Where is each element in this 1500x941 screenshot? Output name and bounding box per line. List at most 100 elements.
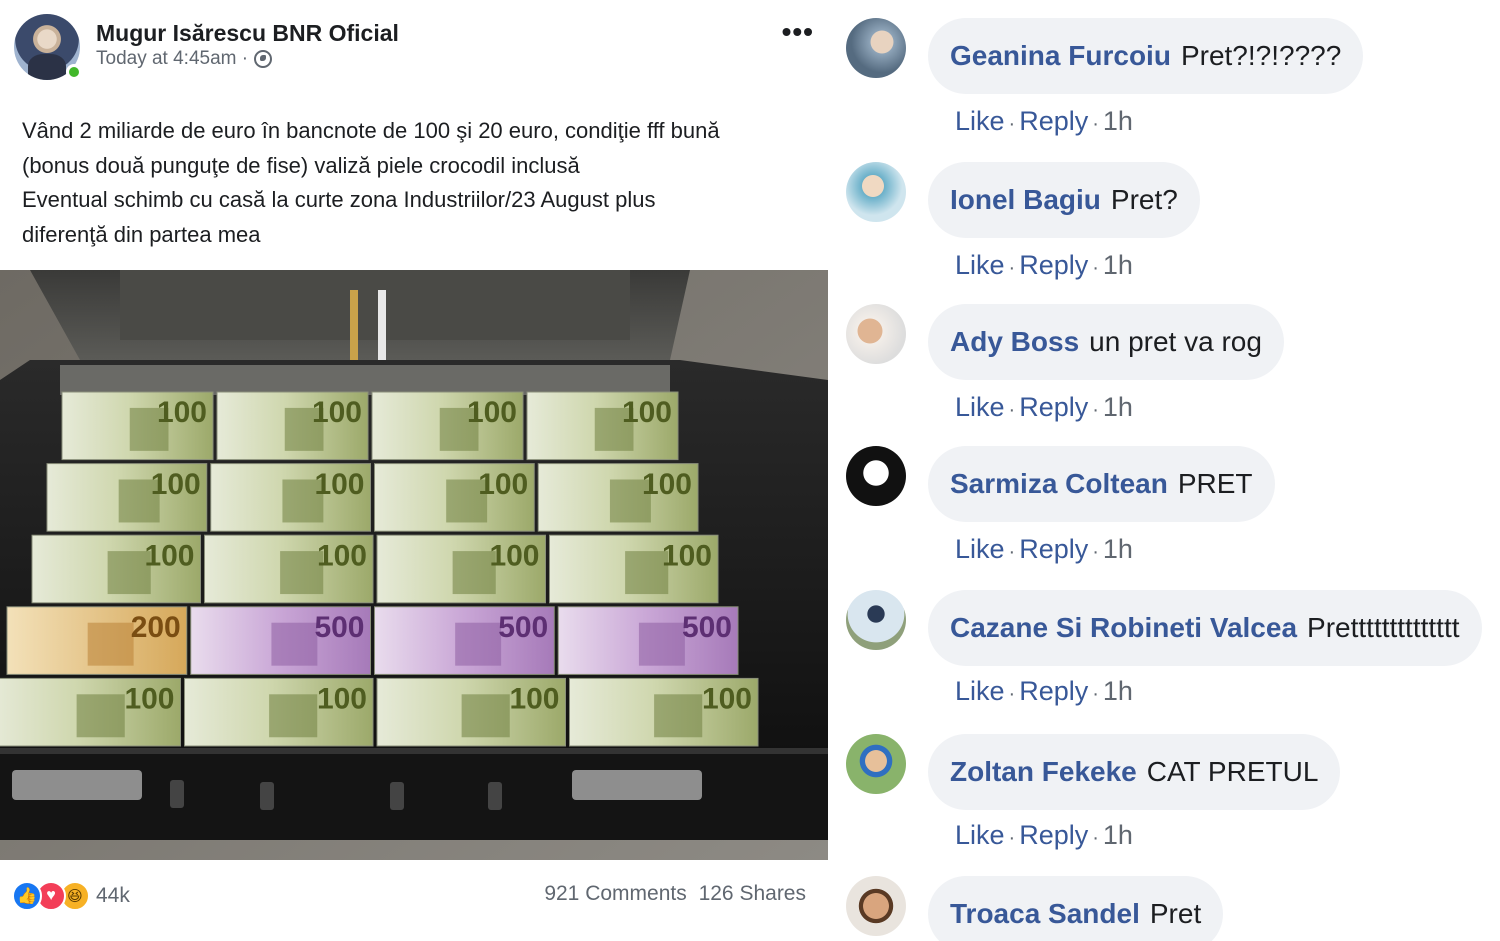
banknote-denomination: 100 — [317, 683, 367, 716]
banknote-denomination: 100 — [478, 468, 528, 501]
comment-actions: Like · Reply · 1h — [955, 106, 1133, 137]
banknote-architecture — [271, 622, 318, 666]
comment-bubble: Ady Boss un pret va rog — [928, 304, 1284, 380]
reply-comment-button[interactable]: Reply — [1019, 250, 1088, 281]
comment-time[interactable]: 1h — [1103, 392, 1133, 423]
banknote-denomination: 100 — [622, 396, 672, 429]
comment-bubble: Sarmiza Coltean PRET — [928, 446, 1275, 522]
comment-text: CAT PRETUL — [1146, 756, 1319, 787]
post-text-line: Vând 2 miliarde de euro în bancnote de 1… — [22, 118, 720, 143]
comment-bubble: Troaca Sandel Pret — [928, 876, 1224, 941]
comment-text: un pret va rog — [1089, 326, 1262, 357]
post-meta: Today at 4:45am · — [96, 48, 273, 70]
like-comment-button[interactable]: Like — [955, 676, 1005, 707]
separator-dot: · — [1092, 683, 1099, 705]
commenter-avatar[interactable] — [846, 734, 906, 794]
separator-dot: · — [1092, 257, 1099, 279]
post-timestamp[interactable]: Today at 4:45am · — [96, 48, 248, 70]
separator-dot: · — [1008, 113, 1016, 135]
banknote-denomination: 100 — [124, 683, 174, 716]
banknote-denomination: 100 — [489, 539, 539, 572]
comment-time[interactable]: 1h — [1103, 250, 1133, 281]
like-comment-button[interactable]: Like — [955, 534, 1005, 565]
banknote-denomination: 500 — [682, 611, 732, 644]
commenter-name[interactable]: Geanina Furcoiu — [950, 40, 1171, 72]
commenter-name[interactable]: Ady Boss — [950, 326, 1079, 358]
banknotes-stack: 100 100 100 100 100 100 100 100 100 100 100 100 200 5… — [0, 391, 759, 747]
banknote-denomination: 100 — [662, 539, 712, 572]
reply-comment-button[interactable]: Reply — [1019, 676, 1088, 707]
banknote-denomination: 100 — [157, 396, 207, 429]
more-options-button[interactable]: ••• — [782, 18, 814, 46]
banknote-denomination: 100 — [509, 683, 559, 716]
shares-count[interactable]: 126 Shares — [699, 882, 806, 905]
like-comment-button[interactable]: Like — [955, 106, 1005, 137]
banknote-denomination: 100 — [642, 468, 692, 501]
separator-dot: · — [1092, 827, 1099, 849]
banknote-denomination: 100 — [312, 396, 362, 429]
commenter-name[interactable]: Zoltan Fekeke — [950, 756, 1137, 788]
commenter-avatar[interactable] — [846, 18, 906, 78]
separator-dot: · — [1092, 113, 1099, 135]
banknote-architecture — [76, 694, 125, 738]
commenter-avatar[interactable] — [846, 446, 906, 506]
reply-comment-button[interactable]: Reply — [1019, 534, 1088, 565]
comment-text: Pret — [1149, 898, 1202, 929]
comment-time[interactable]: 1h — [1103, 676, 1133, 707]
post-header: Mugur Isărescu BNR Oficial Today at 4:45… — [14, 14, 824, 84]
banknote-denomination: 500 — [314, 611, 364, 644]
commenter-avatar[interactable] — [846, 304, 906, 364]
reply-comment-button[interactable]: Reply — [1019, 106, 1088, 137]
reactions-summary[interactable]: 👍 ♥ 😆 44k — [12, 880, 130, 912]
like-comment-button[interactable]: Like — [955, 392, 1005, 423]
reply-comment-button[interactable]: Reply — [1019, 820, 1088, 851]
comments-count[interactable]: 921 Comments — [544, 882, 686, 905]
post-card: Mugur Isărescu BNR Oficial Today at 4:45… — [0, 0, 828, 941]
comment-text: PRET — [1177, 468, 1253, 499]
comment-time[interactable]: 1h — [1103, 820, 1133, 851]
commenter-name[interactable]: Troaca Sandel — [950, 898, 1140, 930]
separator-dot: · — [1008, 827, 1016, 849]
banknote-denomination: 500 — [498, 611, 548, 644]
separator-dot: · — [1092, 399, 1099, 421]
banknote-architecture — [638, 622, 685, 666]
banknote-architecture — [461, 694, 510, 738]
comment-text: Pretttttttttttttt — [1307, 612, 1460, 643]
banknote-architecture — [269, 694, 318, 738]
reaction-count[interactable]: 44k — [96, 884, 130, 908]
separator-dot: · — [1008, 541, 1016, 563]
post-author[interactable]: Mugur Isărescu BNR Oficial — [96, 20, 399, 47]
comment-actions: Like · Reply · 1h — [955, 534, 1133, 565]
commenter-avatar[interactable] — [846, 590, 906, 650]
banknote-denomination: 100 — [151, 468, 201, 501]
commenter-name[interactable]: Cazane Si Robineti Valcea — [950, 612, 1297, 644]
reply-comment-button[interactable]: Reply — [1019, 392, 1088, 423]
separator-dot: · — [1008, 683, 1016, 705]
globe-icon — [254, 50, 273, 68]
comment-bubble: Cazane Si Robineti Valcea Prettttttttttt… — [928, 590, 1482, 666]
comment-bubble: Geanina Furcoiu Pret?!?!???? — [928, 18, 1364, 94]
banknote-denomination: 100 — [317, 539, 367, 572]
post-text-line: Eventual schimb cu casă la curte zona In… — [22, 187, 656, 212]
banknote-architecture — [654, 694, 703, 738]
post-text: Vând 2 miliarde de euro în bancnote de 1… — [22, 114, 812, 252]
comment-bubble: Ionel Bagiu Pret? — [928, 162, 1200, 238]
banknote-denomination: 100 — [702, 683, 752, 716]
separator-dot: · — [1092, 541, 1099, 563]
banknote-architecture — [87, 622, 134, 666]
comment-text: Pret? — [1110, 184, 1178, 215]
comment-time[interactable]: 1h — [1103, 106, 1133, 137]
commenter-avatar[interactable] — [846, 162, 906, 222]
commenter-name[interactable]: Ionel Bagiu — [950, 184, 1101, 216]
post-text-line: diferenţă din partea mea — [22, 221, 261, 247]
like-comment-button[interactable]: Like — [955, 250, 1005, 281]
comments-list: Geanina Furcoiu Pret?!?!???? Like · Repl… — [828, 0, 1500, 941]
commenter-name[interactable]: Sarmiza Coltean — [950, 468, 1168, 500]
like-comment-button[interactable]: Like — [955, 820, 1005, 851]
comment-actions: Like · Reply · 1h — [955, 820, 1133, 851]
post-stats: 921 Comments 126 Shares — [538, 882, 806, 906]
post-photo-briefcase[interactable]: 100 100 100 100 100 100 100 100 100 100 100 100 200 5… — [0, 270, 828, 860]
commenter-avatar[interactable] — [846, 876, 906, 936]
comment-time[interactable]: 1h — [1103, 534, 1133, 565]
separator-dot: · — [1008, 257, 1016, 279]
